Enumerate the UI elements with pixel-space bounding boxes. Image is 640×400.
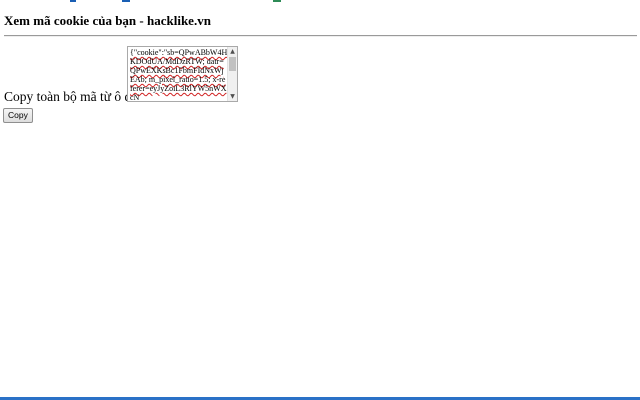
cookie-value[interactable]: {"cookie":"sb=QPwABbW4HKDOdUA/MdDzRTW; d…	[130, 48, 228, 101]
scroll-thumb[interactable]	[229, 57, 236, 71]
scroll-down-icon[interactable]: ▼	[228, 92, 237, 101]
cookie-textarea[interactable]: {"cookie":"sb=QPwABbW4HKDOdUA/MdDzRTW; d…	[127, 46, 238, 102]
scroll-up-icon[interactable]: ▲	[228, 47, 237, 56]
copy-button[interactable]: Copy	[3, 108, 33, 123]
clipped-header-fragments	[0, 0, 640, 4]
page-title: Xem mã cookie của bạn - hacklike.vn	[4, 13, 211, 28]
textarea-scrollbar[interactable]: ▲ ▼	[227, 47, 237, 101]
divider	[4, 35, 637, 37]
